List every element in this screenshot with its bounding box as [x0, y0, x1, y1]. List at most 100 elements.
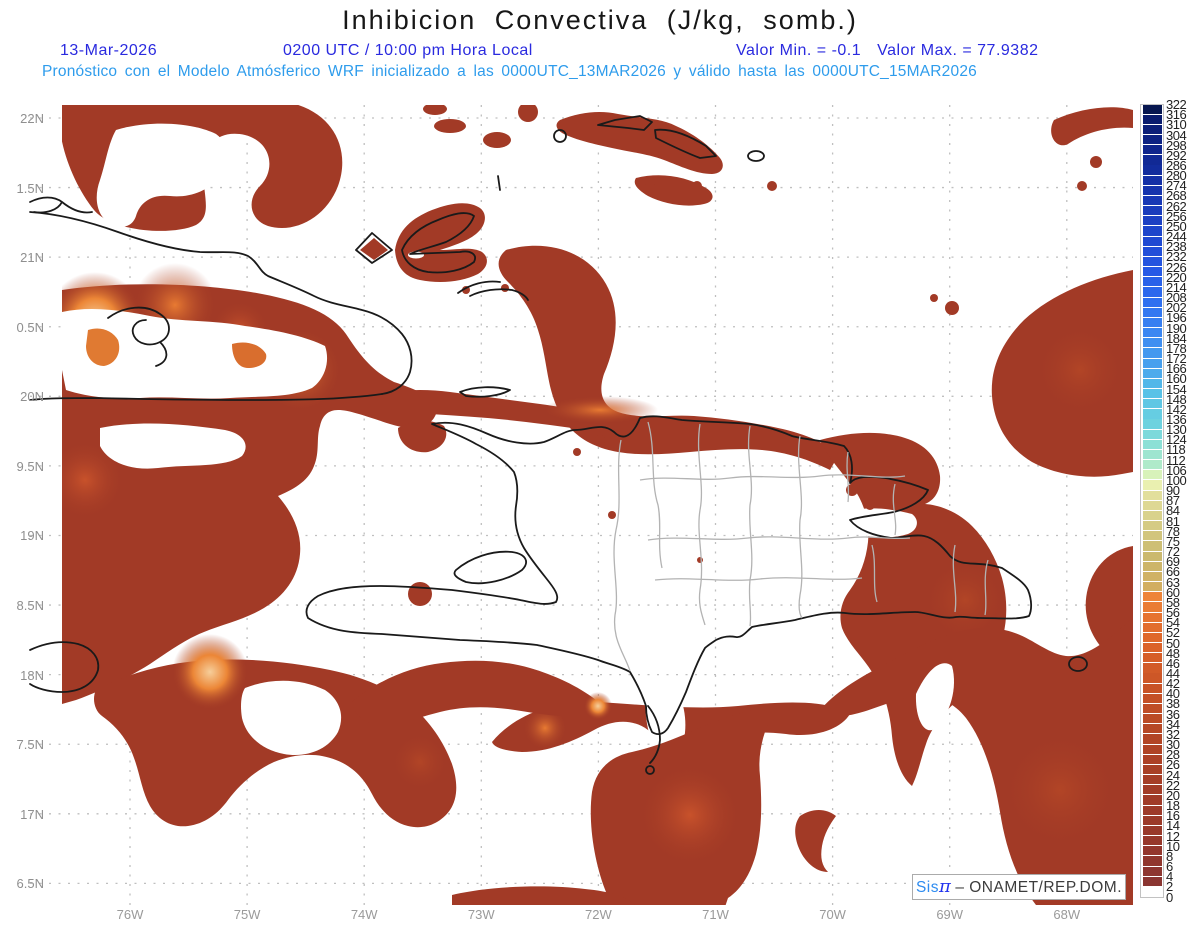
- colorbar-box: [1142, 287, 1162, 297]
- colorbar-box: [1142, 825, 1162, 836]
- field-blob: [595, 435, 605, 445]
- lon-tick-label: 72W: [585, 907, 612, 922]
- colorbar-box: [1142, 389, 1162, 399]
- field-highlight: [638, 763, 742, 867]
- colorbar-box: [1142, 439, 1162, 449]
- field-blob: [398, 420, 447, 453]
- colorbar-box: [1142, 541, 1162, 551]
- field-blob: [498, 245, 838, 470]
- field-blob: [423, 105, 447, 115]
- colorbar-box: [1142, 490, 1162, 500]
- lat-tick-label: 21N: [20, 250, 44, 266]
- branding-org: ONAMET/REP.DOM.: [969, 879, 1123, 896]
- colorbar-box: [1142, 124, 1162, 135]
- colorbar-box: [1142, 673, 1162, 683]
- sispi-branding-box: Sisπ – ONAMET/REP.DOM.: [912, 874, 1126, 900]
- field-highlight: [390, 732, 450, 792]
- colorbar-box: [1142, 185, 1162, 195]
- colorbar-box: [1142, 236, 1162, 246]
- colorbar-box: [1142, 663, 1162, 673]
- colorbar-box: [1142, 510, 1162, 521]
- lat-tick-label: 22N: [20, 111, 44, 126]
- colorbar-box: [1142, 358, 1162, 368]
- tortuga-coastline: [459, 386, 511, 398]
- sispi-name: Sis: [915, 879, 940, 896]
- colorbar-box: [1142, 206, 1162, 216]
- lon-tick-label: 74W: [350, 907, 378, 922]
- colorbar-box: [1142, 449, 1162, 460]
- field-hole: [843, 508, 917, 538]
- colorbar-box: [1142, 378, 1162, 389]
- lat-tick-label: 9.5N: [16, 458, 44, 474]
- colorbar-box: [1142, 135, 1162, 145]
- colorbar-box: [1142, 836, 1162, 846]
- colorbar-box: [1142, 714, 1162, 724]
- colorbar-box: [1142, 856, 1162, 866]
- field-blob: [645, 177, 655, 187]
- colorbar-box: [1142, 348, 1162, 358]
- field-blob: [945, 301, 959, 315]
- colorbar-box: [1142, 805, 1162, 815]
- field-highlight: [1034, 324, 1126, 416]
- field-blob: [930, 294, 938, 302]
- lon-tick-label: 76W: [116, 907, 144, 922]
- branding-dash: –: [955, 879, 970, 896]
- colorbar-box: [1142, 429, 1162, 439]
- lat-tick-label: 7.5N: [16, 737, 44, 753]
- cuba-coastline: [29, 196, 93, 214]
- field-blob: [1090, 156, 1102, 168]
- colorbar-box: [1142, 521, 1162, 531]
- field-highlight: [172, 634, 248, 710]
- lat-tick-label: 1.5N: [16, 180, 44, 196]
- colorbar-box: [1142, 876, 1162, 886]
- colorbar-box: [1142, 602, 1162, 612]
- colorbar-box: [1142, 643, 1162, 653]
- field-blob: [408, 582, 432, 606]
- colorbar-box: [1142, 531, 1162, 541]
- lon-tick-label: 71W: [702, 907, 729, 922]
- colorbar-box: [1142, 795, 1162, 805]
- colorbar-box: [1142, 785, 1162, 795]
- field-blob: [1051, 107, 1133, 146]
- colorbar-box: [1142, 399, 1162, 409]
- field-hole: [408, 251, 424, 259]
- field-blob: [518, 105, 538, 122]
- field-highlight: [542, 396, 658, 424]
- field-blob: [483, 132, 511, 148]
- field-blob: [795, 810, 836, 872]
- colorbar-box: [1142, 724, 1162, 734]
- pi-icon: π: [939, 876, 951, 897]
- colorbar-box: [1142, 561, 1162, 571]
- colorbar-box: [1142, 104, 1162, 114]
- colorbar-box: [1142, 683, 1162, 693]
- colorbar-box: [1142, 307, 1162, 317]
- colorbar-box: [1142, 195, 1162, 206]
- lat-tick-label: 17N: [20, 806, 44, 822]
- field-blob: [352, 660, 603, 725]
- colorbar-box: [1142, 653, 1162, 663]
- colorbar-box: [1142, 815, 1162, 825]
- cin-field: [62, 105, 1133, 905]
- field-highlight: [584, 692, 612, 720]
- lon-tick-label: 69W: [936, 907, 964, 922]
- colorbar-box: [1142, 277, 1162, 287]
- field-blob: [692, 181, 702, 191]
- colorbar-box: [1142, 460, 1162, 470]
- field-blob: [1077, 181, 1087, 191]
- colorbar-box: [1142, 764, 1162, 775]
- map-canvas: [29, 105, 1133, 905]
- colorbar-box: [1142, 775, 1162, 785]
- colorbar-box: [1142, 632, 1162, 643]
- field-blob: [434, 119, 466, 133]
- gonave-coastline: [453, 550, 527, 585]
- colorbar-box: [1142, 216, 1162, 226]
- field-blob: [501, 284, 509, 292]
- field-blob: [697, 557, 703, 563]
- field-blob: [865, 500, 875, 510]
- lat-tick-label: 20N: [20, 389, 44, 405]
- colorbar-box: [1142, 256, 1162, 267]
- lon-tick-label: 75W: [233, 907, 261, 922]
- colorbar-box: [1142, 693, 1162, 703]
- islet-coastline: [747, 150, 765, 162]
- colorbar-box: [1142, 246, 1162, 256]
